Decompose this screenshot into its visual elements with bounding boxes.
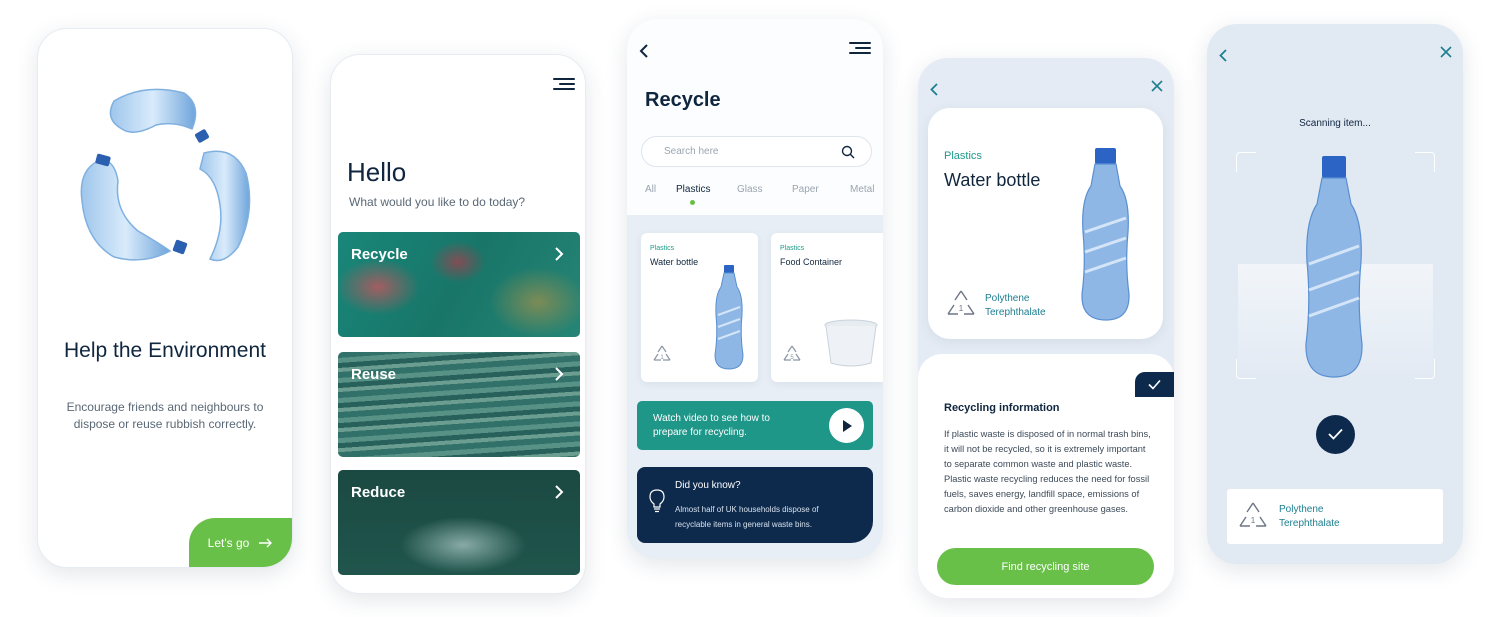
page-title: Recycle xyxy=(645,89,721,111)
screen-welcome: Help the Environment Encourage friends a… xyxy=(37,28,293,568)
product-category: Plastics xyxy=(780,245,805,252)
product-card-water-bottle[interactable]: Plastics Water bottle 1 xyxy=(641,233,758,382)
tab-plastics[interactable]: Plastics xyxy=(676,184,710,195)
question-text: What would you like to do today? xyxy=(349,195,526,209)
food-container-image xyxy=(824,319,878,367)
info-title: Recycling information xyxy=(944,402,1060,414)
page-title: Help the Environment xyxy=(64,339,266,362)
menu-icon[interactable] xyxy=(849,42,871,54)
plastic-type: Polythene Terephthalate xyxy=(985,293,1046,318)
screen-recycle-list: Recycle Search here All Plastics Glass P… xyxy=(627,19,883,559)
back-icon[interactable] xyxy=(639,43,649,59)
recycle-icon: 1 xyxy=(947,290,975,315)
back-icon[interactable] xyxy=(930,83,938,96)
tile-label: Reduce xyxy=(351,484,406,501)
water-bottle-image xyxy=(1305,156,1363,378)
confirm-button[interactable] xyxy=(1316,415,1355,454)
chevron-right-icon xyxy=(555,367,564,381)
tile-recycle[interactable]: Recycle xyxy=(338,232,580,337)
item-category: Plastics xyxy=(944,150,982,162)
watch-video-banner[interactable]: Watch video to see how to prepare for re… xyxy=(637,401,873,450)
tile-reduce[interactable]: Reduce xyxy=(338,470,580,575)
find-recycling-site-button[interactable]: Find recycling site xyxy=(937,548,1154,585)
check-icon xyxy=(1148,379,1161,390)
screen-item-detail: Plastics Water bottle 1 Polythene Tereph… xyxy=(918,58,1174,598)
chevron-right-icon xyxy=(555,485,564,499)
recycle-bottles-illustration xyxy=(80,88,251,262)
search-placeholder: Search here xyxy=(664,146,719,157)
subtitle: Encourage friends and neighbours to disp… xyxy=(66,400,264,431)
lets-go-label: Let's go xyxy=(207,535,250,550)
scanning-status: Scanning item... xyxy=(1299,118,1371,129)
tab-metal[interactable]: Metal xyxy=(850,184,874,195)
active-tab-indicator xyxy=(690,200,695,205)
close-icon[interactable] xyxy=(1151,80,1163,92)
greeting: Hello xyxy=(347,157,407,187)
plastic-type: Polythene Terephthalate xyxy=(1279,504,1340,529)
svg-text:1: 1 xyxy=(959,304,964,313)
did-you-know-card: Did you know? Almost half of UK househol… xyxy=(637,467,873,543)
svg-text:1: 1 xyxy=(1251,516,1256,525)
video-text: Watch video to see how to prepare for re… xyxy=(653,413,770,438)
item-card: Plastics Water bottle 1 Polythene Tereph… xyxy=(928,108,1163,339)
play-icon[interactable] xyxy=(829,408,864,443)
did-you-know-body: Almost half of UK households dispose of … xyxy=(675,505,819,529)
back-icon[interactable] xyxy=(1219,49,1227,62)
arrow-right-icon xyxy=(259,538,273,547)
water-bottle-image xyxy=(1081,148,1130,321)
lets-go-button[interactable]: Let's go xyxy=(189,518,292,567)
recycle-icon: 1 xyxy=(1239,502,1267,527)
lightbulb-icon xyxy=(649,489,665,513)
frame-corner xyxy=(1415,359,1435,379)
product-category: Plastics xyxy=(650,245,675,252)
tab-all[interactable]: All xyxy=(645,184,656,195)
recycle-icon: 1 xyxy=(653,345,671,361)
check-icon xyxy=(1328,428,1343,440)
frame-corner xyxy=(1415,152,1435,172)
screen-home: Hello What would you like to do today? R… xyxy=(330,54,586,594)
check-badge xyxy=(1135,372,1174,397)
menu-icon[interactable] xyxy=(553,78,575,90)
scan-result-card[interactable]: 1 Polythene Terephthalate xyxy=(1227,489,1443,544)
tile-reuse[interactable]: Reuse xyxy=(338,352,580,457)
item-name: Water bottle xyxy=(944,170,1041,190)
water-bottle-image xyxy=(714,265,744,370)
screen-scanning: Scanning item... 1 Polythene Terephthala… xyxy=(1207,24,1463,564)
info-body: If plastic waste is disposed of in norma… xyxy=(944,429,1151,514)
tab-paper[interactable]: Paper xyxy=(792,184,819,195)
tile-label: Reuse xyxy=(351,366,397,383)
recycle-icon: 5 xyxy=(783,345,801,361)
category-tabs: All Plastics Glass Paper Metal xyxy=(645,184,883,214)
product-name: Water bottle xyxy=(650,257,699,267)
did-you-know-title: Did you know? xyxy=(675,480,741,491)
tile-label: Recycle xyxy=(351,246,408,263)
product-card-food-container[interactable]: Plastics Food Container 5 xyxy=(771,233,883,382)
chevron-right-icon xyxy=(555,247,564,261)
frame-corner xyxy=(1236,359,1256,379)
frame-corner xyxy=(1236,152,1256,172)
close-icon[interactable] xyxy=(1440,46,1452,58)
tab-glass[interactable]: Glass xyxy=(737,184,763,195)
product-name: Food Container xyxy=(780,257,843,267)
search-icon[interactable] xyxy=(841,145,855,159)
search-input[interactable]: Search here xyxy=(641,136,872,167)
